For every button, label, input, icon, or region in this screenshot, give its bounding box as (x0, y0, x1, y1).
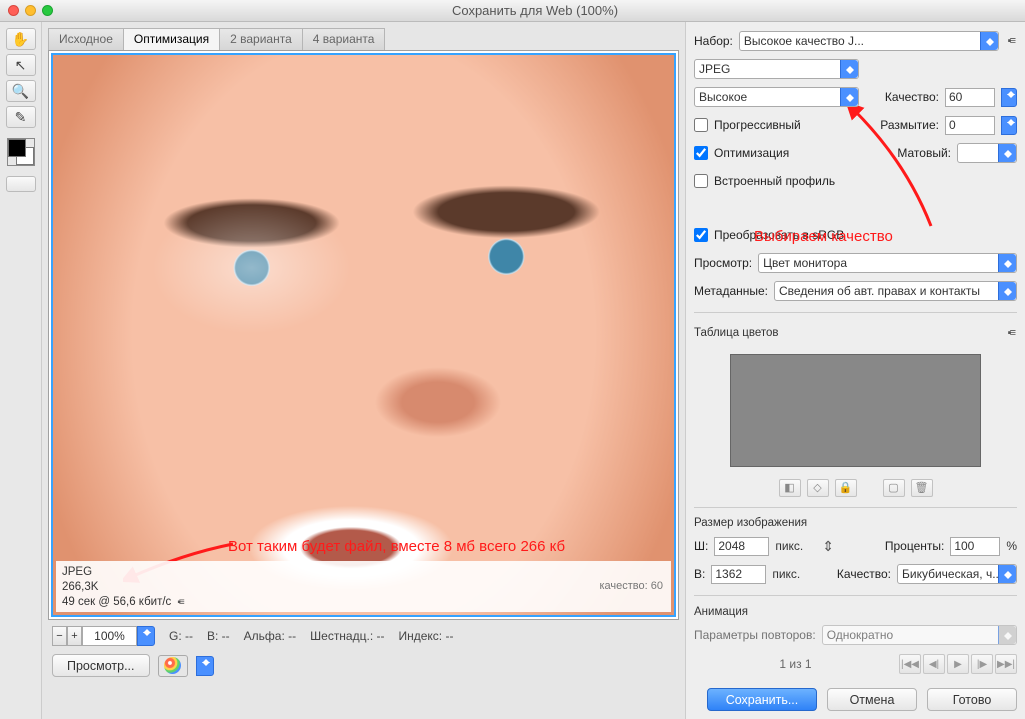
height-input[interactable]: 1362 (711, 565, 766, 584)
quality-stepper[interactable] (1001, 88, 1017, 107)
height-label: В: (694, 567, 705, 581)
info-quality: качество: 60 (599, 579, 663, 594)
animation-title: Анимация (694, 606, 1017, 618)
ct-new-icon[interactable]: ▢ (883, 479, 905, 497)
zoom-in-button[interactable]: + (67, 626, 82, 646)
ct-map-icon[interactable]: ◇ (807, 479, 829, 497)
slice-visibility-toggle[interactable] (6, 176, 36, 192)
preview-info: JPEG 266,3K 49 сек @ 56,6 кбит/с ▪≡ каче… (56, 561, 671, 612)
browser-preview-button[interactable] (158, 655, 188, 677)
preset-select[interactable]: Высокое качество J... (739, 31, 999, 51)
optimize-checkbox[interactable]: Оптимизация (694, 146, 789, 160)
statusbar: − + 100% G: -- B: -- Альфа: -- Шестнадц.… (48, 620, 679, 650)
view-select[interactable]: Цвет монитора (758, 253, 1017, 273)
cancel-button[interactable]: Отмена (827, 688, 917, 711)
preset-menu-icon[interactable]: ▪≡ (1005, 35, 1017, 47)
status-b: B: -- (207, 629, 230, 643)
loop-label: Параметры повторов: (694, 628, 816, 642)
quality-label: Качество: (885, 90, 939, 104)
last-frame-button[interactable]: ▶▶| (995, 654, 1017, 674)
preview-tabs: Исходное Оптимизация 2 варианта 4 вариан… (48, 28, 679, 50)
quality-input[interactable]: 60 (945, 88, 995, 107)
ct-lock-icon[interactable]: 🔒 (835, 479, 857, 497)
matte-label: Матовый: (897, 146, 951, 160)
toolstrip: ✋ ↖ 🔍 ✎ (0, 22, 42, 719)
preview-menu-icon[interactable]: ▪≡ (177, 595, 182, 610)
animation-page: 1 из 1 (694, 657, 897, 671)
ct-pick-icon[interactable]: ◧ (779, 479, 801, 497)
px-label-2: пикс. (772, 567, 800, 581)
zoom-out-button[interactable]: − (52, 626, 67, 646)
matte-select[interactable] (957, 143, 1017, 163)
px-label: пикс. (775, 539, 803, 553)
color-table (730, 354, 981, 467)
tab-original[interactable]: Исходное (48, 28, 124, 50)
ct-delete-icon[interactable]: 🗑 (911, 479, 933, 497)
metadata-select[interactable]: Сведения об авт. правах и контакты (774, 281, 1017, 301)
globe-icon (164, 657, 181, 674)
embed-profile-checkbox[interactable]: Встроенный профиль (694, 174, 835, 188)
info-format: JPEG (62, 565, 665, 580)
minimize-window[interactable] (25, 5, 36, 16)
blur-input[interactable]: 0 (945, 116, 995, 135)
status-index: Индекс: -- (398, 629, 453, 643)
link-dimensions-icon[interactable]: ⇕ (819, 538, 837, 555)
blur-label: Размытие: (880, 118, 939, 132)
info-time: 49 сек @ 56,6 кбит/с (62, 595, 171, 610)
percent-input[interactable]: 100 (950, 537, 1000, 556)
settings-panel: Выбираем качество Набор: Высокое качеств… (685, 22, 1025, 719)
blur-stepper[interactable] (1001, 116, 1017, 135)
preview-holder: Вот таким будет файл, вместе 8 мб всего … (48, 50, 679, 620)
info-size: 266,3K (62, 580, 665, 595)
play-button[interactable]: ▶ (947, 654, 969, 674)
status-g: G: -- (169, 629, 193, 643)
status-alpha: Альфа: -- (244, 629, 296, 643)
window-title: Сохранить для Web (100%) (53, 3, 1017, 18)
progressive-checkbox[interactable]: Прогрессивный (694, 118, 801, 132)
tab-2up[interactable]: 2 варианта (219, 28, 303, 50)
slice-select-tool-icon[interactable]: ↖ (6, 54, 36, 76)
save-button[interactable]: Сохранить... (707, 688, 817, 711)
zoom-dropdown[interactable] (137, 626, 155, 646)
next-frame-button[interactable]: |▶ (971, 654, 993, 674)
preview-button[interactable]: Просмотр... (52, 654, 150, 677)
color-table-title: Таблица цветов (694, 327, 779, 339)
srgb-checkbox[interactable]: Преобразовать в sRGB (694, 228, 844, 242)
percent-sign: % (1006, 539, 1017, 553)
metadata-label: Метаданные: (694, 284, 768, 298)
resample-label: Качество: (837, 567, 891, 581)
first-frame-button[interactable]: |◀◀ (899, 654, 921, 674)
zoom-tool-icon[interactable]: 🔍 (6, 80, 36, 102)
tab-optimized[interactable]: Оптимизация (123, 28, 220, 50)
done-button[interactable]: Готово (927, 688, 1017, 711)
zoom-window[interactable] (42, 5, 53, 16)
hand-tool-icon[interactable]: ✋ (6, 28, 36, 50)
prev-frame-button[interactable]: ◀| (923, 654, 945, 674)
annotation-filesize: Вот таким будет файл, вместе 8 мб всего … (228, 538, 565, 555)
width-input[interactable]: 2048 (714, 537, 769, 556)
preset-label: Набор: (694, 34, 733, 48)
color-table-menu-icon[interactable]: ▪≡ (1005, 327, 1017, 339)
color-swatch[interactable] (7, 138, 35, 166)
width-label: Ш: (694, 539, 708, 553)
loop-select: Однократно (822, 625, 1017, 645)
close-window[interactable] (8, 5, 19, 16)
format-select[interactable]: JPEG (694, 59, 859, 79)
tab-4up[interactable]: 4 варианта (302, 28, 386, 50)
titlebar: Сохранить для Web (100%) (0, 0, 1025, 22)
image-size-title: Размер изображения (694, 517, 1017, 529)
image-preview[interactable]: Вот таким будет файл, вместе 8 мб всего … (51, 53, 676, 617)
percent-label: Проценты: (885, 539, 944, 553)
eyedropper-tool-icon[interactable]: ✎ (6, 106, 36, 128)
view-label: Просмотр: (694, 256, 752, 270)
resample-select[interactable]: Бикубическая, ч... (897, 564, 1017, 584)
zoom-value[interactable]: 100% (82, 626, 137, 646)
browser-preview-dropdown[interactable] (196, 656, 214, 676)
quality-preset-select[interactable]: Высокое (694, 87, 859, 107)
status-hex: Шестнадц.: -- (310, 629, 384, 643)
